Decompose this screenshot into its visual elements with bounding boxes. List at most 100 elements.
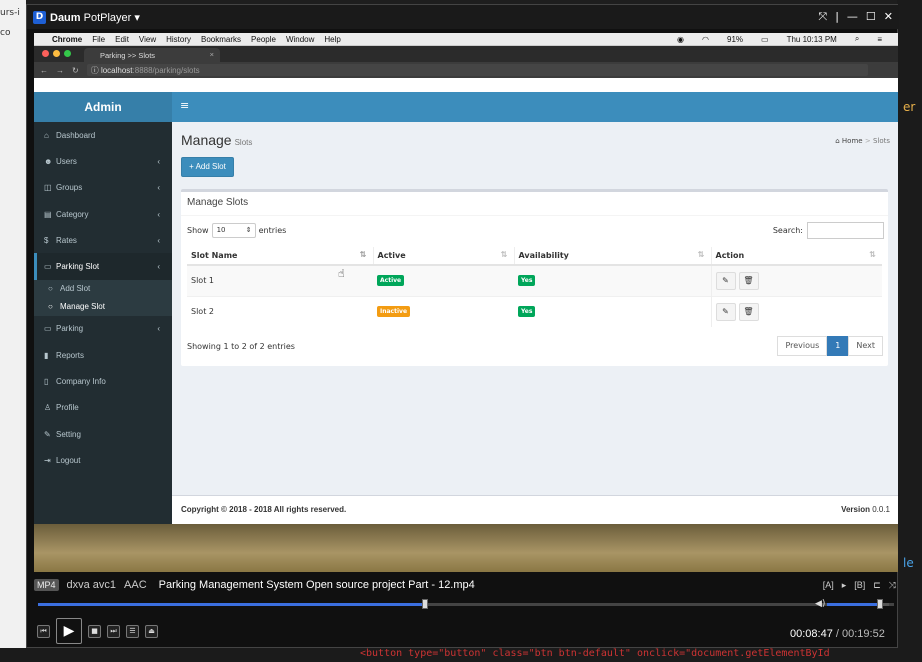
playlist-icon[interactable]: ☰ <box>126 624 139 638</box>
menu-file[interactable]: File <box>92 35 105 44</box>
seek-bar[interactable] <box>38 599 894 609</box>
menu-edit[interactable]: Edit <box>115 35 129 44</box>
sidebar-item-category[interactable]: ▤ Category ‹ <box>34 201 172 227</box>
edit-button[interactable]: ✎ <box>715 271 736 290</box>
page-1-button[interactable]: 1 <box>827 336 849 356</box>
sidebar-item-dashboard[interactable]: ⌂ Dashboard <box>34 122 172 148</box>
play-button[interactable]: ▶ <box>56 618 82 644</box>
sidebar-item-manage-slot[interactable]: ○ Manage Slot <box>34 297 172 316</box>
bg-text: er <box>903 100 916 114</box>
slot-name: Slot 1 <box>187 264 373 296</box>
column-header-slot-name[interactable]: Slot Name ⇅ <box>187 247 373 266</box>
forward-icon[interactable]: → <box>56 66 64 75</box>
maximize-icon[interactable]: ☐ <box>866 10 876 24</box>
potplayer-titlebar[interactable]: D Daum PotPlayer ▾ ⤧ | — ☐ ✕ <box>27 5 899 29</box>
browser-tab[interactable]: Parking >> Slots × <box>84 48 220 62</box>
zoom-dot-icon[interactable] <box>64 50 71 57</box>
sidebar-item-label: Parking Slot <box>56 262 100 272</box>
circle-icon: ○ <box>48 302 53 312</box>
stop-icon[interactable]: ■ <box>88 624 101 638</box>
menu-list-icon[interactable]: ≡ <box>877 35 882 44</box>
sidebar-item-parking-slot[interactable]: ▭ Parking Slot ‹ <box>34 253 172 280</box>
infobar-icons: [A] ▸ [B] ⊏ ⤨ <box>823 580 898 591</box>
add-slot-button[interactable]: + Add Slot <box>181 157 234 177</box>
edit-button[interactable]: ✎ <box>715 302 736 321</box>
entries-select[interactable]: 10 <box>211 223 256 238</box>
wrench-icon: ✎ <box>44 429 51 439</box>
sidebar-item-profile[interactable]: ♙ Profile <box>34 395 172 421</box>
slots-table: Slot Name ⇅ Active ⇅ Availability ⇅ Action ⇅… <box>187 247 882 327</box>
search-icon[interactable]: ⌕ <box>855 34 859 44</box>
brand-logo[interactable]: Admin <box>34 92 172 122</box>
sidebar-item-reports[interactable]: ▮ Reports <box>34 342 172 368</box>
delete-button[interactable]: 🗑 <box>738 302 759 321</box>
bg-text: co <box>0 28 11 38</box>
volume-slider[interactable] <box>827 599 889 609</box>
dashboard-icon: ⌂ <box>44 130 49 140</box>
sidebar-item-groups[interactable]: ◫ Groups ‹ <box>34 175 172 201</box>
sidebar-item-setting[interactable]: ✎ Setting <box>34 421 172 447</box>
previous-icon[interactable]: ⏮ <box>37 624 50 638</box>
subtitle-icon[interactable]: ⊏ <box>873 580 881 591</box>
sidebar-item-add-slot[interactable]: ○ Add Slot <box>34 279 172 298</box>
video-background <box>34 524 898 572</box>
previous-button[interactable]: Previous <box>777 336 828 356</box>
battery-icon[interactable]: ▭ <box>761 35 769 44</box>
category-icon: ▤ <box>44 209 52 219</box>
reload-icon[interactable]: ↻ <box>72 66 79 75</box>
breadcrumb-home[interactable]: Home <box>842 137 863 145</box>
sidebar-item-logout[interactable]: ⇥ Logout <box>34 447 172 473</box>
clock[interactable]: Thu 10:13 PM <box>787 35 837 44</box>
dollar-icon: $ <box>44 235 49 245</box>
column-header-availability[interactable]: Availability ⇅ <box>513 247 711 266</box>
fullscreen-icon[interactable]: ⤧ <box>818 10 827 24</box>
next-button[interactable]: Next <box>848 336 883 356</box>
admin-page: Admin ⌂ Dashboard ☻ Users ‹ ◫ Groups ‹ ▤ Categ… <box>34 92 898 524</box>
volume-icon[interactable]: ◀) <box>815 599 825 609</box>
a-icon[interactable]: [A] <box>823 580 834 591</box>
sidebar-item-users[interactable]: ☻ Users ‹ <box>34 148 172 174</box>
show-label: Show <box>187 226 209 235</box>
app-menu[interactable]: Chrome <box>52 35 82 44</box>
seek-handle[interactable] <box>422 599 429 609</box>
menu-window[interactable]: Window <box>286 35 314 44</box>
sidebar-item-label: Reports <box>56 350 85 360</box>
slot-icon: ▭ <box>44 262 52 272</box>
record-icon[interactable]: ◉ <box>677 35 684 44</box>
file-name: Parking Management System Open source pr… <box>158 579 475 591</box>
search-input[interactable] <box>807 222 884 239</box>
sidebar-item-company-info[interactable]: ▯ Company Info <box>34 368 172 394</box>
close-dot-icon[interactable] <box>42 50 49 57</box>
breadcrumb-current: Slots <box>872 137 890 145</box>
url-input[interactable]: ⓘ localhost:8888/parking/slots <box>86 64 868 76</box>
menu-history[interactable]: History <box>166 35 191 44</box>
delete-button[interactable]: 🗑 <box>738 271 759 290</box>
shuffle-icon[interactable]: ⤨ <box>889 580 896 591</box>
menu-people[interactable]: People <box>251 35 276 44</box>
sidebar-item-rates[interactable]: $ Rates ‹ <box>34 227 172 253</box>
next-icon[interactable]: ⏭ <box>107 624 120 638</box>
b-icon[interactable]: [B] <box>854 580 865 591</box>
sidebar-item-parking[interactable]: ▭ Parking ‹ <box>34 316 172 342</box>
play-small-icon[interactable]: ▸ <box>842 580 847 591</box>
wifi-icon[interactable]: ◠ <box>702 35 709 44</box>
minimize-dot-icon[interactable] <box>53 50 60 57</box>
menu-view[interactable]: View <box>139 35 156 44</box>
column-header-action[interactable]: Action ⇅ <box>710 247 882 266</box>
close-icon[interactable]: ✕ <box>884 10 893 24</box>
chevron-down-icon: ‹ <box>157 262 160 272</box>
sidebar-item-label: Add Slot <box>60 284 91 294</box>
column-header-active[interactable]: Active ⇅ <box>372 247 514 266</box>
minimize-icon[interactable]: — <box>847 10 858 24</box>
time-current: 00:08:47 <box>790 628 833 640</box>
menu-help[interactable]: Help <box>324 35 340 44</box>
back-icon[interactable]: ← <box>40 66 48 75</box>
hamburger-icon[interactable]: ≡ <box>180 99 189 112</box>
table-info: Showing 1 to 2 of 2 entries <box>187 342 295 351</box>
eject-icon[interactable]: ⏏ <box>145 624 158 638</box>
menu-bookmarks[interactable]: Bookmarks <box>201 35 241 44</box>
dashboard-icon: ⌂ <box>835 137 842 145</box>
tab-close-icon[interactable]: × <box>210 50 214 59</box>
volume-handle[interactable] <box>876 599 883 609</box>
potplayer-title[interactable]: Daum PotPlayer ▾ <box>50 11 140 24</box>
